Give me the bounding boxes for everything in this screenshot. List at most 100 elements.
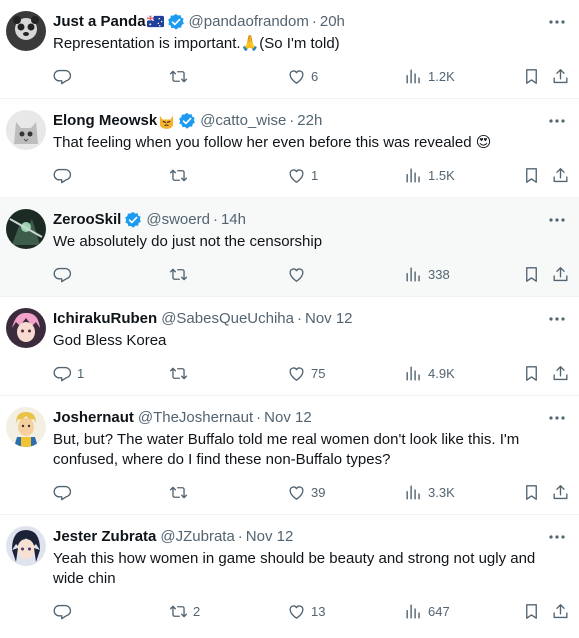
retweet-button[interactable] xyxy=(169,164,193,186)
retweet-button[interactable] xyxy=(169,263,193,285)
tweet-actions: 39 3.3K xyxy=(0,481,579,503)
australia-flag-icon xyxy=(146,15,164,28)
tweet[interactable]: Elong Meowsk @catto_wise · 22h That feel… xyxy=(0,99,579,198)
avatar[interactable] xyxy=(6,209,46,249)
view-count: 338 xyxy=(428,266,450,282)
reply-button[interactable] xyxy=(53,164,77,186)
retweet-icon xyxy=(169,486,188,498)
tweet-text: But, but? The water Buffalo told me real… xyxy=(53,431,520,468)
retweet-count: 2 xyxy=(193,603,201,619)
verified-badge-icon xyxy=(167,13,184,30)
tweet[interactable]: IchirakuRuben @SabesQueUchiha · Nov 12 G… xyxy=(0,297,579,396)
tweet[interactable]: ZerooSkil @swoerd · 14h We absolutely do… xyxy=(0,198,579,297)
reply-count: 1 xyxy=(77,365,85,381)
share-button[interactable] xyxy=(551,164,570,186)
avatar[interactable] xyxy=(6,110,46,150)
like-button[interactable]: 13 xyxy=(287,600,325,622)
handle[interactable]: @pandaofrandom xyxy=(189,12,309,31)
more-options-icon[interactable] xyxy=(547,409,567,427)
share-icon xyxy=(553,167,568,182)
views-button[interactable]: 647 xyxy=(404,600,450,622)
handle[interactable]: @catto_wise xyxy=(200,111,286,130)
handle[interactable]: @JZubrata xyxy=(160,527,234,546)
tweet-actions: 1 75 4.9K xyxy=(0,362,579,384)
bookmark-button[interactable] xyxy=(522,362,541,384)
timestamp[interactable]: 14h xyxy=(221,210,246,229)
retweet-button[interactable] xyxy=(169,65,193,87)
timestamp[interactable]: Nov 12 xyxy=(305,309,353,328)
bookmark-icon xyxy=(526,266,537,282)
views-icon xyxy=(406,167,420,183)
like-button[interactable] xyxy=(287,263,311,285)
views-button[interactable]: 338 xyxy=(404,263,450,285)
reply-button[interactable] xyxy=(53,65,77,87)
share-button[interactable] xyxy=(551,600,570,622)
separator-dot: · xyxy=(289,112,295,129)
views-button[interactable]: 1.2K xyxy=(404,65,455,87)
retweet-icon xyxy=(169,70,188,82)
more-options-icon[interactable] xyxy=(547,112,567,130)
more-options-icon[interactable] xyxy=(547,310,567,328)
tweet-header: ZerooSkil @swoerd · 14h xyxy=(53,210,539,229)
share-icon xyxy=(553,603,568,618)
retweet-button[interactable]: 2 xyxy=(169,600,200,622)
tweet[interactable]: Jester Zubrata @JZubrata · Nov 12 Yeah t… xyxy=(0,515,579,638)
reply-button[interactable] xyxy=(53,263,77,285)
share-button[interactable] xyxy=(551,362,570,384)
view-count: 3.3K xyxy=(428,484,455,500)
like-button[interactable]: 1 xyxy=(287,164,318,186)
retweet-button[interactable] xyxy=(169,481,193,503)
display-name[interactable]: Elong Meowsk xyxy=(53,111,157,130)
display-name[interactable]: Just a Panda xyxy=(53,12,146,31)
handle[interactable]: @swoerd xyxy=(146,210,210,229)
share-button[interactable] xyxy=(551,481,570,503)
separator-dot: · xyxy=(237,528,243,545)
bookmark-icon xyxy=(526,484,537,500)
like-button[interactable]: 75 xyxy=(287,362,325,384)
share-button[interactable] xyxy=(551,263,570,285)
like-count: 6 xyxy=(311,68,319,84)
heart-icon xyxy=(289,485,304,500)
more-options-icon[interactable] xyxy=(547,13,567,31)
handle[interactable]: @TheJoshernaut xyxy=(138,408,253,427)
display-name[interactable]: ZerooSkil xyxy=(53,210,121,229)
tweet-text: That feeling when you follow her even be… xyxy=(53,134,492,151)
bookmark-button[interactable] xyxy=(522,263,541,285)
bookmark-button[interactable] xyxy=(522,600,541,622)
display-name[interactable]: Jester Zubrata xyxy=(53,527,156,546)
display-name[interactable]: Joshernaut xyxy=(53,408,134,427)
avatar[interactable] xyxy=(6,407,46,447)
more-options-icon[interactable] xyxy=(547,528,567,546)
reply-icon xyxy=(53,69,72,84)
bookmark-button[interactable] xyxy=(522,65,541,87)
views-button[interactable]: 4.9K xyxy=(404,362,455,384)
bookmark-button[interactable] xyxy=(522,481,541,503)
timestamp[interactable]: 20h xyxy=(320,12,345,31)
more-options-icon[interactable] xyxy=(547,211,567,229)
views-button[interactable]: 3.3K xyxy=(404,481,455,503)
tweet-header: Just a Panda @pandaofrandom · 20h xyxy=(53,12,539,31)
tweet[interactable]: Just a Panda @pandaofrandom · 20h Repres… xyxy=(0,0,579,99)
avatar[interactable] xyxy=(6,308,46,348)
tweet[interactable]: Joshernaut @TheJoshernaut · Nov 12 But, … xyxy=(0,396,579,515)
timestamp[interactable]: Nov 12 xyxy=(264,408,312,427)
tweet-text: God Bless Korea xyxy=(53,332,167,349)
views-button[interactable]: 1.5K xyxy=(404,164,455,186)
reply-button[interactable]: 1 xyxy=(53,362,84,384)
avatar[interactable] xyxy=(6,11,46,51)
tweet-actions: 6 1.2K xyxy=(0,65,579,87)
share-button[interactable] xyxy=(551,65,570,87)
like-button[interactable]: 39 xyxy=(287,481,325,503)
like-count: 39 xyxy=(311,484,326,500)
timestamp[interactable]: Nov 12 xyxy=(246,527,294,546)
bookmark-button[interactable] xyxy=(522,164,541,186)
reply-button[interactable] xyxy=(53,481,77,503)
reply-button[interactable] xyxy=(53,600,77,622)
handle[interactable]: @SabesQueUchiha xyxy=(161,309,294,328)
avatar[interactable] xyxy=(6,526,46,566)
retweet-button[interactable] xyxy=(169,362,193,384)
like-button[interactable]: 6 xyxy=(287,65,318,87)
pouting-cat-icon xyxy=(160,115,174,129)
display-name[interactable]: IchirakuRuben xyxy=(53,309,157,328)
timestamp[interactable]: 22h xyxy=(297,111,322,130)
